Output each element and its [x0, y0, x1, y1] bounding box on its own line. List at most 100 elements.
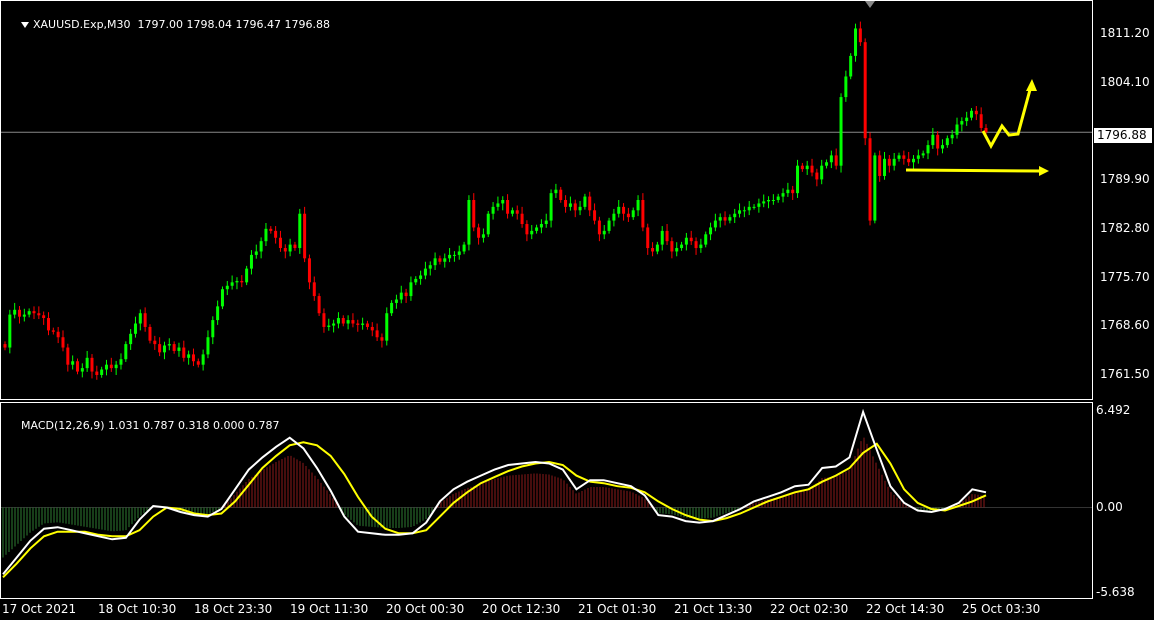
candle-body	[472, 200, 476, 228]
candle-body	[820, 165, 824, 180]
candle-body	[612, 213, 616, 221]
candle-body	[539, 224, 543, 228]
candle-body	[805, 165, 809, 170]
candle-body	[283, 248, 287, 252]
candle-body	[907, 158, 911, 163]
candle-body	[718, 217, 722, 221]
candle-body	[965, 117, 969, 122]
candle-body	[385, 313, 389, 341]
candle-body	[230, 282, 234, 286]
candle-body	[568, 203, 572, 207]
price-chart-canvas[interactable]	[1, 1, 1092, 399]
low-value: 1796.47	[235, 18, 282, 31]
candle-body	[694, 241, 698, 249]
candle-body	[196, 361, 200, 365]
candle-body	[549, 193, 553, 221]
candle-body	[37, 313, 41, 316]
candle-body	[423, 268, 427, 276]
candle-body	[109, 364, 113, 369]
candle-body	[124, 344, 128, 360]
price-chart-pane[interactable]: XAUUSD.Exp,M30 1797.00 1798.04 1796.47 1…	[0, 0, 1093, 400]
candle-body	[583, 196, 587, 207]
price-axis-label: 1789.90	[1100, 172, 1150, 187]
candle-body	[796, 165, 800, 194]
candle-body	[515, 210, 519, 214]
candle-body	[491, 206, 495, 214]
candle-body	[42, 315, 46, 319]
candle-body	[573, 203, 577, 211]
scroll-marker-icon	[865, 1, 875, 8]
candle-body	[80, 368, 84, 372]
yellow-annotation-arrows	[905, 79, 1049, 176]
candle-body	[762, 201, 766, 204]
candle-body	[564, 200, 568, 207]
candle-body	[346, 320, 350, 324]
candle-body	[486, 213, 490, 235]
candle-body	[767, 200, 771, 202]
candle-body	[892, 158, 896, 166]
candle-body	[61, 337, 65, 348]
candle-body	[433, 258, 437, 266]
candle-body	[651, 248, 655, 252]
candle-body	[593, 210, 597, 221]
candle-body	[225, 285, 229, 290]
candle-body	[660, 230, 664, 245]
candle-body	[713, 220, 717, 228]
candle-body	[655, 244, 659, 252]
candle-body	[264, 228, 268, 242]
candle-body	[274, 230, 278, 238]
candle-body	[443, 258, 447, 262]
candle-body	[931, 134, 935, 146]
candle-body	[979, 114, 983, 128]
candle-body	[312, 282, 316, 297]
candle-body	[322, 313, 326, 327]
price-axis-label: 1782.80	[1100, 220, 1150, 235]
candle-body	[858, 28, 862, 43]
candle-body	[530, 230, 534, 235]
candle-body	[3, 344, 7, 348]
candle-body	[341, 318, 345, 324]
candle-body	[167, 344, 171, 346]
time-axis-label: 25 Oct 03:30	[962, 602, 1041, 616]
candle-body	[182, 347, 186, 358]
time-axis-label: 22 Oct 14:30	[866, 602, 945, 616]
candle-body	[757, 203, 761, 207]
candle-body	[646, 227, 650, 249]
candle-body	[854, 28, 858, 56]
candle-body	[829, 155, 833, 163]
candle-body	[394, 299, 398, 303]
candle-body	[670, 241, 674, 252]
candle-body	[839, 97, 843, 166]
candle-body	[153, 340, 157, 345]
candle-body	[409, 282, 413, 297]
time-axis-label: 19 Oct 11:30	[290, 602, 369, 616]
candle-body	[336, 318, 340, 324]
macd-name: MACD(12,26,9)	[21, 419, 105, 432]
candle-body	[771, 200, 775, 201]
candle-body	[177, 347, 181, 351]
candle-body	[747, 206, 751, 211]
candle-body	[327, 325, 331, 327]
candle-body	[129, 333, 133, 345]
candle-body	[510, 210, 514, 214]
macd-axis-max: 6.492	[1096, 403, 1131, 417]
candle-body	[332, 323, 336, 326]
candle-body	[631, 210, 635, 218]
zigzag-arrow-up	[981, 85, 1033, 150]
candle-body	[622, 206, 626, 214]
candle-body	[211, 320, 215, 338]
collapse-triangle-icon[interactable]	[21, 22, 29, 28]
price-axis-label: 1775.70	[1100, 269, 1150, 284]
candle-body	[525, 224, 529, 235]
candle-body	[626, 213, 630, 218]
candle-body	[85, 357, 89, 369]
candle-body	[56, 331, 60, 338]
candle-body	[723, 217, 727, 221]
candle-body	[22, 314, 26, 317]
candle-body	[269, 228, 273, 231]
macd-indicator-pane[interactable]: MACD(12,26,9) 1.031 0.787 0.318 0.000 0.…	[0, 402, 1093, 599]
candle-body	[544, 220, 548, 225]
candle-body	[356, 323, 360, 325]
candle-body	[921, 153, 925, 156]
price-axis-label: 1768.60	[1100, 318, 1150, 333]
